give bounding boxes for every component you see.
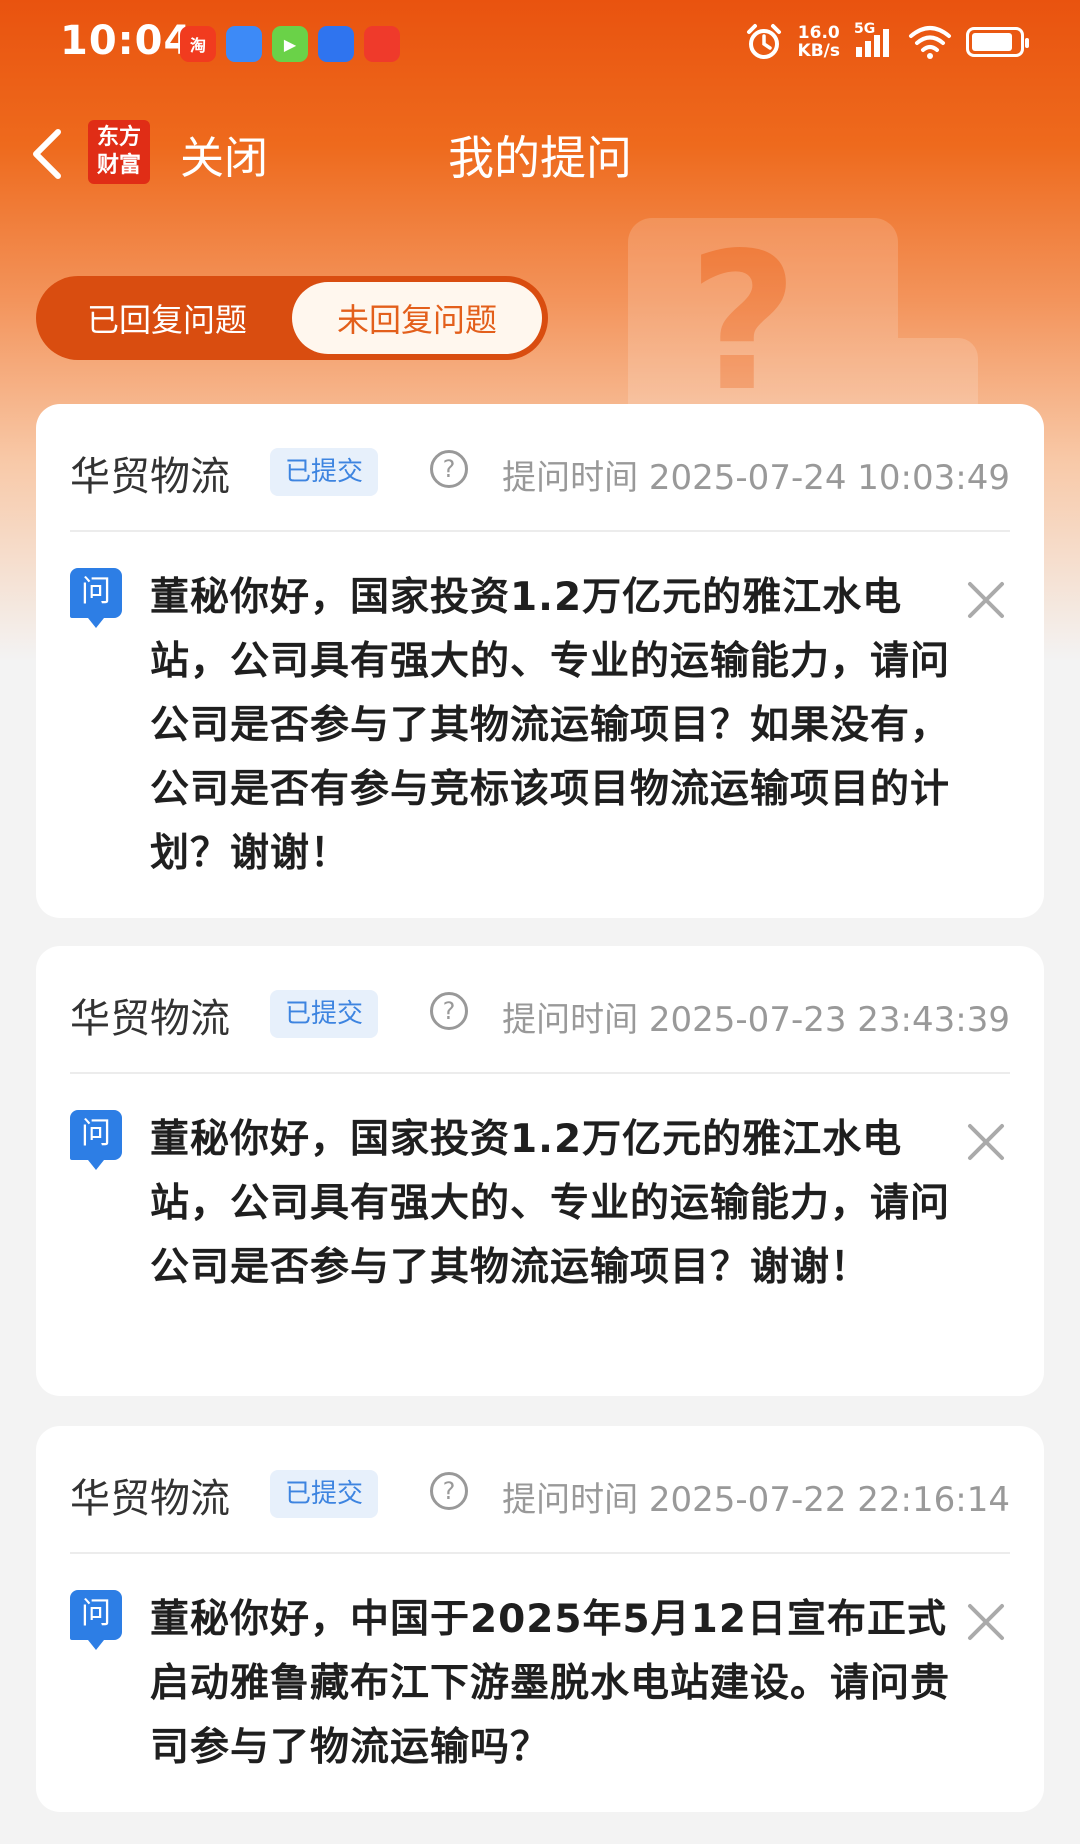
question-text: 董秘你好，国家投资1.2万亿元的雅江水电站，公司具有强大的、专业的运输能力，请问… <box>150 575 951 876</box>
alarm-icon <box>746 24 781 59</box>
tab-unreplied[interactable]: 未回复问题 <box>292 282 542 354</box>
top-nav: 东方 财富 关闭 我的提问 <box>0 110 1080 200</box>
help-icon[interactable]: ? <box>430 450 468 488</box>
question-text: 董秘你好，国家投资1.2万亿元的雅江水电站，公司具有强大的、专业的运输能力，请问… <box>150 1117 951 1290</box>
signal-icon: 5G <box>854 21 894 59</box>
taobao-icon: 淘 <box>180 26 216 62</box>
video-icon: ▶ <box>272 26 308 62</box>
status-bar: 10:04 淘 ▶ 16.0 KB/s 5G <box>0 0 1080 92</box>
status-time: 10:04 <box>60 18 193 64</box>
app-red-icon <box>364 26 400 62</box>
status-indicators: 16.0 KB/s 5G <box>744 21 1029 62</box>
battery-icon <box>966 27 1029 57</box>
company-name: 华贸物流 <box>70 1476 230 1522</box>
browser-icon <box>318 26 354 62</box>
question-card: 华贸物流 已提交 ? 提问时间 2025-07-24 10:03:49 问 董秘… <box>36 404 1044 918</box>
net-speed-value: 16.0 <box>797 23 840 43</box>
company-name: 华贸物流 <box>70 996 230 1042</box>
delete-icon[interactable] <box>964 1600 1008 1644</box>
question-icon: 问 <box>70 1590 122 1650</box>
wifi-icon <box>909 26 951 59</box>
net-speed: 16.0 KB/s <box>798 24 840 60</box>
question-icon: 问 <box>70 1110 122 1170</box>
question-icon: 问 <box>70 568 122 628</box>
delete-icon[interactable] <box>964 578 1008 622</box>
delete-icon[interactable] <box>964 1120 1008 1164</box>
question-card: 华贸物流 已提交 ? 提问时间 2025-07-22 22:16:14 问 董秘… <box>36 1426 1044 1812</box>
status-badge: 已提交 <box>270 1470 379 1518</box>
status-badge: 已提交 <box>270 990 379 1038</box>
card-header: 华贸物流 已提交 ? 提问时间 2025-07-22 22:16:14 <box>70 1426 1010 1554</box>
question-time: 提问时间 2025-07-24 10:03:49 <box>502 458 1010 498</box>
card-header: 华贸物流 已提交 ? 提问时间 2025-07-24 10:03:49 <box>70 404 1010 532</box>
question-text: 董秘你好，中国于2025年5月12日宣布正式启动雅鲁藏布江下游墨脱水电站建设。请… <box>150 1597 951 1770</box>
net-speed-unit: KB/s <box>797 41 840 61</box>
question-tabs: 已回复问题 未回复问题 <box>36 276 548 360</box>
page-title: 我的提问 <box>448 131 632 185</box>
notification-icons: 淘 ▶ <box>180 26 400 62</box>
help-icon[interactable]: ? <box>430 1472 468 1510</box>
question-card: 华贸物流 已提交 ? 提问时间 2025-07-23 23:43:39 问 董秘… <box>36 946 1044 1396</box>
tab-replied[interactable]: 已回复问题 <box>42 282 292 354</box>
question-time: 提问时间 2025-07-22 22:16:14 <box>502 1480 1010 1520</box>
company-name: 华贸物流 <box>70 454 230 500</box>
svg-text:?: ? <box>688 218 798 433</box>
app-blue-icon <box>226 26 262 62</box>
help-icon[interactable]: ? <box>430 992 468 1030</box>
card-header: 华贸物流 已提交 ? 提问时间 2025-07-23 23:43:39 <box>70 946 1010 1074</box>
question-time: 提问时间 2025-07-23 23:43:39 <box>502 1000 1010 1040</box>
status-badge: 已提交 <box>270 448 379 496</box>
